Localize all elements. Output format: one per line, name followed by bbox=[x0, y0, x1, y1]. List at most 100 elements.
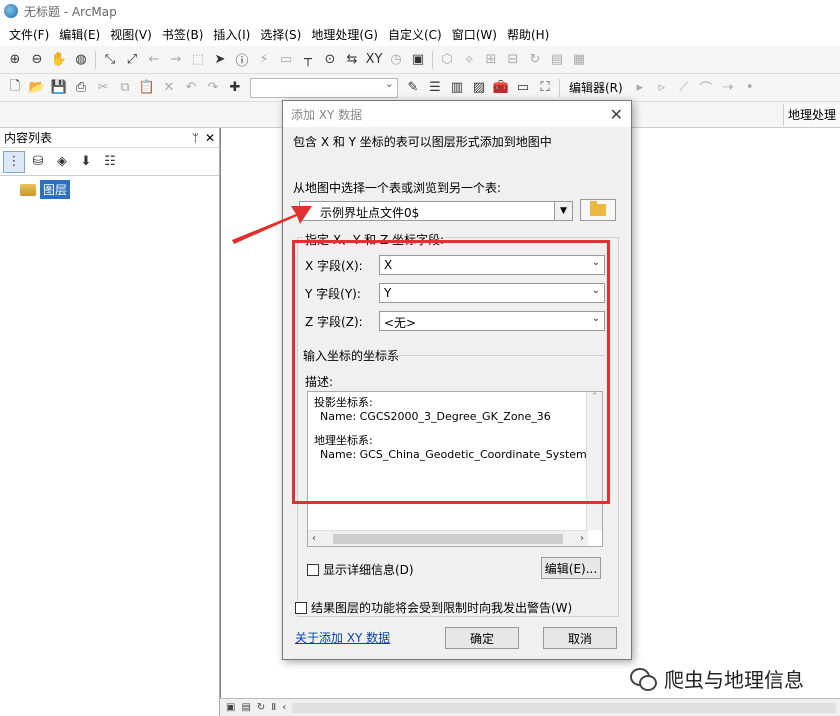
dialog-close-icon[interactable]: ✕ bbox=[610, 105, 623, 124]
list-by-source-icon[interactable]: ⛁ bbox=[27, 151, 49, 173]
warn-checkbox-row[interactable]: 结果图层的功能将会受到限制时向我发出警告(W) bbox=[295, 599, 572, 616]
browse-folder-button[interactable] bbox=[580, 199, 616, 221]
zoom-in-icon[interactable]: ⊕ bbox=[5, 50, 25, 70]
model-builder-icon[interactable]: ⛶ bbox=[535, 78, 555, 98]
ok-button[interactable]: 确定 bbox=[445, 627, 519, 649]
split-icon[interactable]: ⊟ bbox=[503, 50, 523, 70]
paste-icon[interactable]: 📋 bbox=[137, 78, 157, 98]
find-binoculars-icon[interactable]: ⊙ bbox=[320, 50, 340, 70]
layers-stack-icon bbox=[20, 183, 36, 196]
edit-tool-icon[interactable]: ▸ bbox=[630, 78, 650, 98]
python-window-icon[interactable]: ▭ bbox=[513, 78, 533, 98]
select-features-icon[interactable]: ⬚ bbox=[188, 50, 208, 70]
find-route-icon[interactable]: ⇆ bbox=[342, 50, 362, 70]
back-extent-icon[interactable]: ← bbox=[144, 50, 164, 70]
menu-windows[interactable]: 窗口(W) bbox=[447, 26, 502, 43]
layout-view-icon[interactable]: ▤ bbox=[241, 702, 250, 713]
go-to-xy-icon[interactable]: XY bbox=[364, 50, 384, 70]
layers-node[interactable]: 图层 bbox=[0, 176, 219, 199]
hyperlink-icon[interactable]: ⚡ bbox=[254, 50, 274, 70]
toolbar-separator bbox=[432, 50, 433, 69]
list-by-selection-icon[interactable]: ⬇ bbox=[75, 151, 97, 173]
list-by-visibility-icon[interactable]: ◈ bbox=[51, 151, 73, 173]
options-icon[interactable]: ☷ bbox=[99, 151, 121, 173]
topology-icon[interactable]: ⬡ bbox=[437, 50, 457, 70]
fixed-zoom-out-icon[interactable]: ⤢ bbox=[122, 50, 142, 70]
editor-toolbar-icon[interactable]: ✎ bbox=[403, 78, 423, 98]
show-details-checkbox-row[interactable]: 显示详细信息(D) bbox=[307, 561, 414, 578]
redo-icon[interactable]: ↷ bbox=[203, 78, 223, 98]
pause-drawing-icon[interactable]: Ⅱ bbox=[271, 702, 276, 713]
menu-file[interactable]: 文件(F) bbox=[4, 26, 54, 43]
straight-segment-icon[interactable]: ⟋ bbox=[674, 78, 694, 98]
menu-bookmarks[interactable]: 书签(B) bbox=[157, 26, 209, 43]
geoprocessing-tab[interactable]: 地理处理 bbox=[782, 104, 840, 126]
save-icon[interactable]: 💾 bbox=[49, 78, 69, 98]
pin-icon[interactable]: ᛘ bbox=[192, 131, 199, 145]
point-icon[interactable]: • bbox=[740, 78, 760, 98]
table-of-contents-panel: 内容列表 ᛘ ✕ ⋮ ⛁ ◈ ⬇ ☷ 图层 bbox=[0, 128, 220, 716]
undo-icon[interactable]: ↶ bbox=[181, 78, 201, 98]
list-by-drawing-order-icon[interactable]: ⋮ bbox=[3, 150, 25, 173]
new-document-icon[interactable]: 🗋 bbox=[5, 78, 25, 98]
table-of-contents-icon[interactable]: ☰ bbox=[425, 78, 445, 98]
select-elements-pointer-icon[interactable]: ➤ bbox=[210, 50, 230, 70]
chevron-down-icon[interactable]: ▼ bbox=[554, 202, 572, 220]
layers-label: 图层 bbox=[40, 180, 71, 199]
time-slider-icon[interactable]: ◷ bbox=[386, 50, 406, 70]
zoom-out-icon[interactable]: ⊖ bbox=[27, 50, 47, 70]
trace-icon[interactable]: ⇢ bbox=[718, 78, 738, 98]
menu-insert[interactable]: 插入(I) bbox=[208, 26, 255, 43]
full-extent-globe-icon[interactable]: ◍ bbox=[71, 50, 91, 70]
about-add-xy-link[interactable]: 关于添加 XY 数据 bbox=[295, 629, 390, 646]
menu-bar: 文件(F) 编辑(E) 视图(V) 书签(B) 插入(I) 选择(S) 地理处理… bbox=[0, 22, 840, 46]
scroll-right-icon[interactable]: › bbox=[580, 533, 584, 544]
horizontal-scrollbar[interactable]: ‹ › bbox=[308, 530, 588, 546]
table-select[interactable]: 示例界址点文件0$ ▼ bbox=[299, 201, 573, 221]
forward-extent-icon[interactable]: → bbox=[166, 50, 186, 70]
measure-icon[interactable]: ┬ bbox=[298, 50, 318, 70]
print-icon[interactable]: ⎙ bbox=[71, 78, 91, 98]
html-popup-icon[interactable]: ▭ bbox=[276, 50, 296, 70]
add-data-icon[interactable]: ✚ bbox=[225, 78, 245, 98]
fixed-zoom-in-icon[interactable]: ⤡ bbox=[100, 50, 120, 70]
rotate-icon[interactable]: ↻ bbox=[525, 50, 545, 70]
copy-icon[interactable]: ⧉ bbox=[115, 78, 135, 98]
edit-annotation-icon[interactable]: ▹ bbox=[652, 78, 672, 98]
menu-customize[interactable]: 自定义(C) bbox=[383, 26, 447, 43]
scroll-left-icon[interactable]: ‹ bbox=[282, 702, 286, 713]
cut-icon[interactable]: ✂ bbox=[93, 78, 113, 98]
edit-vertices-icon[interactable]: ⟡ bbox=[459, 50, 479, 70]
cancel-button[interactable]: 取消 bbox=[543, 627, 617, 649]
refresh-icon[interactable]: ↻ bbox=[257, 702, 265, 713]
menu-edit[interactable]: 编辑(E) bbox=[54, 26, 105, 43]
data-view-icon[interactable]: ▣ bbox=[226, 702, 235, 713]
reshape-icon[interactable]: ⊞ bbox=[481, 50, 501, 70]
warn-checkbox[interactable] bbox=[295, 601, 307, 614]
map-scale-combo[interactable] bbox=[250, 77, 398, 98]
edit-button[interactable]: 编辑(E)... bbox=[541, 557, 601, 579]
menu-view[interactable]: 视图(V) bbox=[105, 26, 157, 43]
menu-selection[interactable]: 选择(S) bbox=[255, 26, 306, 43]
menu-help[interactable]: 帮助(H) bbox=[502, 26, 554, 43]
scroll-thumb[interactable] bbox=[333, 533, 563, 544]
catalog-icon[interactable]: ▥ bbox=[447, 78, 467, 98]
open-folder-icon[interactable]: 📂 bbox=[27, 78, 47, 98]
map-horizontal-scrollbar[interactable] bbox=[292, 702, 836, 713]
endpoint-arc-icon[interactable]: ⌒ bbox=[696, 78, 716, 98]
scroll-left-icon[interactable]: ‹ bbox=[312, 533, 316, 544]
search-window-icon[interactable]: ▨ bbox=[469, 78, 489, 98]
attributes-icon[interactable]: ▤ bbox=[547, 50, 567, 70]
pan-hand-icon[interactable]: ✋ bbox=[49, 50, 69, 70]
delete-icon[interactable]: ✕ bbox=[159, 78, 179, 98]
create-viewer-window-icon[interactable]: ▣ bbox=[408, 50, 428, 70]
highlight-box bbox=[292, 240, 610, 504]
editor-menu-button[interactable]: 编辑器(R) bbox=[563, 79, 629, 96]
close-icon[interactable]: ✕ bbox=[205, 131, 215, 145]
sketch-properties-icon[interactable]: ▦ bbox=[569, 50, 589, 70]
identify-icon[interactable]: ⓘ bbox=[232, 50, 252, 70]
menu-geoprocessing[interactable]: 地理处理(G) bbox=[306, 26, 383, 43]
show-details-checkbox[interactable] bbox=[307, 563, 319, 576]
dialog-title: 添加 XY 数据 bbox=[291, 107, 363, 122]
arctoolbox-icon[interactable]: 🧰 bbox=[491, 78, 511, 98]
